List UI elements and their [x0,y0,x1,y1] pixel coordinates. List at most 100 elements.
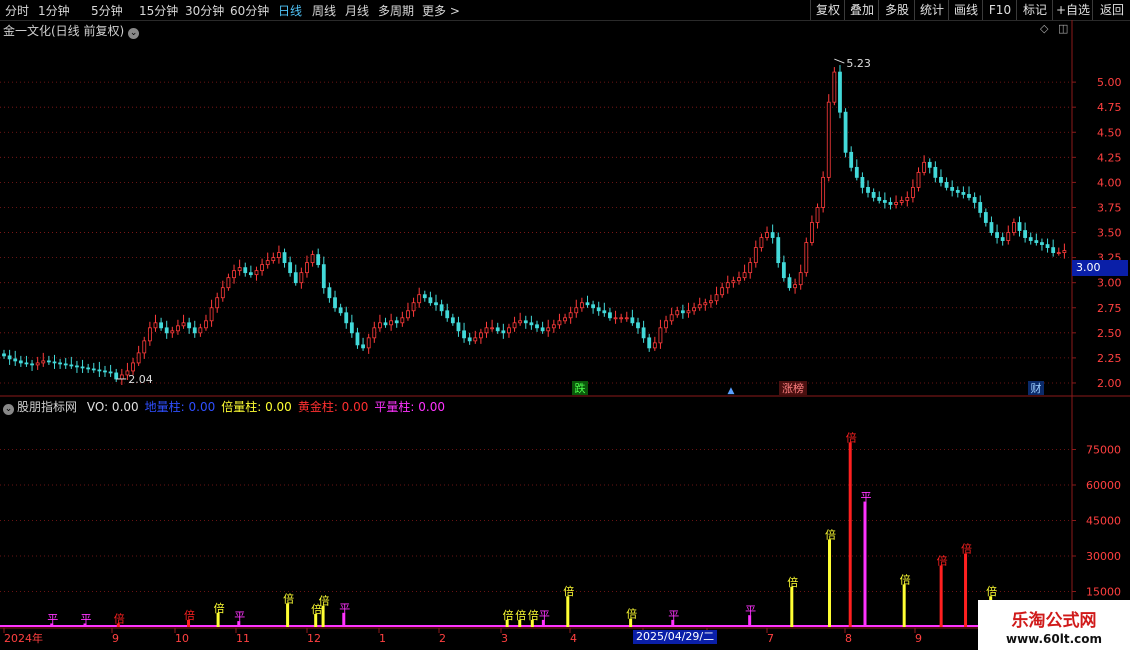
candle-body [7,355,12,360]
candle-body [860,176,865,188]
volume-bar-label: 倍 [961,542,972,556]
candle-body [24,362,29,365]
candle-body [114,372,119,380]
candle-body [299,272,304,284]
volume-bar-label: 倍 [214,601,225,615]
candle-body [720,287,725,296]
indicator-field: 倍量柱: 0.00 [221,400,292,414]
candle-body [305,262,309,274]
indicator-grid [0,449,1072,592]
x-tick-label: 9 [112,632,119,645]
candle-body [731,280,736,284]
volume-bar-label: 平 [339,602,350,615]
candle-body [697,304,702,309]
candle-body [501,330,506,334]
volume-bar-label: 倍 [528,608,539,622]
candle-body [176,325,180,332]
volume-bar-flat [342,612,346,627]
volume-bar-gold [964,553,968,627]
candle-body [1028,237,1033,241]
candle-body [181,322,186,327]
candle-body [742,272,747,279]
candle-body [815,207,820,223]
candle-body [232,270,236,279]
candle-body [108,371,113,374]
candle-body [613,317,618,320]
x-tick-label: 9 [915,632,922,645]
candle-body [905,197,910,201]
candle-body [658,327,663,344]
candle-body [1051,247,1056,253]
candle-body [170,330,175,334]
candle-body [52,361,57,364]
candle-body [1017,222,1022,231]
candle-body [854,166,859,178]
volume-bar-double [216,612,220,627]
volume-bar-label: 倍 [184,608,195,622]
watermark-logo: 乐淘公式网 www.60lt.com [978,600,1130,650]
split-view-icon[interactable]: ◫ [1058,22,1068,35]
candle-body [652,342,657,349]
candle-body [361,344,365,349]
volume-bar-label: 平 [860,491,871,504]
candle-body [417,294,422,304]
max-price-label: 5.23 [846,57,871,70]
candle-body [467,337,472,342]
candle-body [349,322,354,334]
chevron-down-icon[interactable]: ⌄ [128,28,140,39]
candle-body [1034,240,1039,243]
candle-body [394,320,399,324]
indicator-name[interactable]: 股朋指标网 [17,400,77,414]
kline-chart[interactable]: 5.232.04跌 涨榜 财▲ 平平倍倍倍平倍倍倍平倍倍倍平倍倍平平倍倍倍平倍倍倍倍… [0,0,1130,650]
candle-body [529,322,534,326]
candle-body [967,194,971,198]
x-tick-label: 11 [236,632,250,645]
x-tick-label: 2024年 [4,631,43,645]
candle-body [523,320,528,324]
candle-body [75,365,79,368]
event-marker-label: 财 [1031,381,1042,395]
diamond-icon[interactable]: ◇ [1040,22,1048,35]
volume-bar-label: 平 [539,609,550,622]
candle-body [406,310,410,319]
candle-body [961,192,966,195]
volume-bar-label: 倍 [986,584,997,598]
x-tick-label: 8 [845,632,852,645]
candle-body [882,200,887,203]
candle-body [333,297,337,309]
volume-bar-double [790,586,794,627]
candle-body [787,277,792,289]
y-tick-label: 2.25 [1097,352,1122,365]
candle-body [810,222,814,243]
candle-body [793,284,797,289]
volume-bar-label: 平 [668,609,679,622]
candle-body [136,352,141,364]
candle-body [798,272,803,286]
indicator-field: VO: 0.00 [86,400,139,414]
y-tick-label: 4.00 [1097,176,1122,189]
y-tick-label: 15000 [1086,586,1121,599]
candle-body [97,369,102,372]
indicator-field: 地量柱: 0.00 [144,400,216,414]
x-tick-label: 10 [175,632,189,645]
candle-body [675,310,680,316]
x-tick-label: 12 [307,632,321,645]
candle-body [630,317,635,324]
candle-body [344,312,349,324]
candle-body [877,197,882,201]
chevron-down-icon[interactable]: ⌄ [3,404,14,415]
candle-body [383,322,388,326]
min-price-label: 2.04 [128,373,153,386]
volume-bar-double [566,596,570,627]
volume-bar-double [286,603,290,627]
candle-body [198,327,203,334]
candle-body [686,310,691,314]
candle-body [473,337,478,342]
x-tick-label: 2 [439,632,446,645]
candle-body [91,368,96,371]
candle-body [355,332,360,346]
candle-body [372,327,377,339]
candle-body [888,202,893,205]
candle-body [159,322,163,329]
y-tick-label: 3.50 [1097,227,1122,240]
